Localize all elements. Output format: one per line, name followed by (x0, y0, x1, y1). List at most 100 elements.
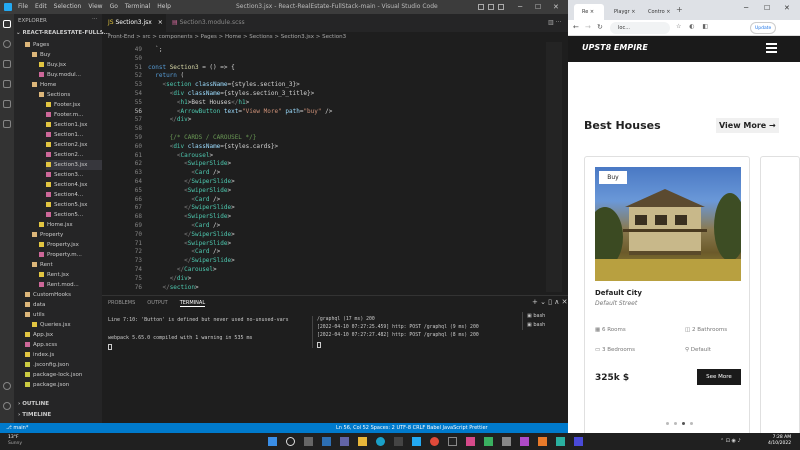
extension-icons[interactable]: ☆ ◐ ◧ (676, 23, 711, 30)
menu-item-selection[interactable]: Selection (54, 3, 82, 10)
code-line[interactable]: <Card /> (148, 196, 220, 203)
remote-icon[interactable] (3, 120, 11, 128)
root-folder[interactable]: ⌄ REACT-REALESTATE-FULLS... (16, 30, 110, 36)
store-icon[interactable] (394, 437, 403, 446)
code-line[interactable]: </SwiperSlide> (148, 231, 235, 238)
site-brand[interactable]: UPST8 EMPIRE (582, 43, 648, 52)
panel-tab-output[interactable]: OUTPUT (147, 300, 167, 307)
terminal-taskbar-icon[interactable] (448, 437, 457, 446)
minimize-button[interactable]: ─ (518, 3, 522, 11)
split-editor-icon[interactable]: ▥ ··· (548, 19, 561, 26)
widgets-icon[interactable] (322, 437, 331, 446)
layout-panel-icon[interactable] (478, 4, 484, 10)
browser-tab-active[interactable]: Re × (574, 4, 604, 20)
app-taskbar-icon[interactable] (574, 437, 583, 446)
tree-file[interactable]: Property.jsx (39, 240, 79, 250)
code-editor[interactable]: 49 `; 50 51 const Section3 = () => {52 retu… (102, 42, 568, 292)
browser-minimize-button[interactable]: ─ (744, 4, 748, 12)
explorer-more-icon[interactable]: ··· (92, 16, 97, 22)
menu-item-file[interactable]: File (18, 3, 28, 10)
layout-sidebar-icon[interactable] (488, 4, 494, 10)
tree-file[interactable]: Section2... (46, 150, 83, 160)
code-line[interactable]: <SwiperSlide> (148, 160, 231, 167)
chrome-taskbar-icon[interactable] (430, 437, 439, 446)
task-view-icon[interactable] (304, 437, 313, 446)
app-taskbar-icon[interactable] (556, 437, 565, 446)
app-taskbar-icon[interactable] (538, 437, 547, 446)
extensions-icon[interactable] (3, 100, 11, 108)
file-explorer-icon[interactable] (358, 437, 367, 446)
code-line[interactable]: <SwiperSlide> (148, 240, 231, 247)
tree-folder[interactable]: CustomHooks (25, 290, 71, 300)
tree-file[interactable]: Section5... (46, 210, 83, 220)
layout-editor-icon[interactable] (498, 4, 504, 10)
code-line[interactable]: return ( (148, 72, 184, 79)
menu-item-edit[interactable]: Edit (35, 3, 47, 10)
terminal-instance[interactable]: ▣ bash (527, 321, 566, 330)
browser-tab-playground[interactable]: Playgr × (606, 4, 638, 20)
tree-folder[interactable]: Home (32, 80, 56, 90)
start-icon[interactable] (268, 437, 277, 446)
vscode-taskbar-icon[interactable] (412, 437, 421, 446)
code-line[interactable]: <section className={styles.section_3}> (148, 81, 299, 88)
code-line[interactable]: <h1>Best Houses</h1> (148, 99, 249, 106)
address-bar[interactable]: loc... (610, 22, 670, 34)
tree-file[interactable]: App.scss (25, 340, 57, 350)
code-line[interactable]: <Card /> (148, 169, 220, 176)
outline-section[interactable]: › OUTLINE (18, 401, 49, 407)
code-line[interactable]: </div> (148, 275, 192, 282)
clock[interactable]: 7:28 AM 4/10/2022 (768, 435, 791, 447)
minimap[interactable] (546, 42, 562, 292)
code-line[interactable]: </SwiperSlide> (148, 178, 235, 185)
view-more-button[interactable]: View More → (716, 118, 779, 133)
code-line[interactable]: <SwiperSlide> (148, 213, 231, 220)
tree-file[interactable]: App.jsx (25, 330, 53, 340)
code-line[interactable]: {/* CARDS / CAROUSEL */} (148, 134, 257, 141)
new-tab-button[interactable]: + (676, 5, 683, 14)
tree-folder[interactable]: Pages (25, 40, 49, 50)
tree-file[interactable]: Footer.jsx (46, 100, 80, 110)
code-line[interactable]: `; (148, 46, 162, 53)
tree-file[interactable]: index.js (25, 350, 54, 360)
tree-file[interactable]: Section1.jsx (46, 120, 87, 130)
browser-close-button[interactable]: ✕ (784, 4, 790, 12)
app-taskbar-icon[interactable] (502, 437, 511, 446)
panel-tab-terminal[interactable]: TERMINAL (179, 300, 206, 307)
account-icon[interactable] (3, 382, 11, 390)
carousel-dots[interactable] (666, 422, 693, 425)
tab-section3-scss[interactable]: ▤ Section3.module.scss (166, 14, 258, 32)
tree-file[interactable]: Rent.mod... (39, 280, 79, 290)
app-taskbar-icon[interactable] (466, 437, 475, 446)
edge-icon[interactable] (376, 437, 385, 446)
menu-item-help[interactable]: Help (157, 3, 171, 10)
maximize-button[interactable]: ☐ (535, 3, 541, 11)
panel-tab-problems[interactable]: PROBLEMS (108, 300, 135, 307)
tab-section3-jsx[interactable]: JS Section3.jsx × (102, 14, 166, 32)
code-line[interactable]: </div> (148, 116, 192, 123)
tree-file[interactable]: Property.m... (39, 250, 82, 260)
status-right[interactable]: Ln 56, Col 52 Spaces: 2 UTF-8 CRLF Babel… (336, 423, 488, 433)
tree-folder[interactable]: Rent (32, 260, 53, 270)
browser-tab-control[interactable]: Contro × (640, 4, 672, 20)
tree-file[interactable]: Section3... (46, 170, 83, 180)
carousel-dot[interactable] (690, 422, 693, 425)
code-line[interactable]: <SwiperSlide> (148, 187, 231, 194)
update-button[interactable]: Update (750, 22, 777, 34)
code-line[interactable]: <ArrowButton text="View More" path="buy"… (148, 108, 332, 115)
search-taskbar-icon[interactable] (286, 437, 295, 446)
terminal-instance[interactable]: ▣ bash (527, 312, 566, 321)
tree-file[interactable]: package-lock.json (25, 370, 82, 380)
browser-maximize-button[interactable]: ☐ (764, 4, 770, 12)
tree-folder[interactable]: utils (25, 310, 45, 320)
code-line[interactable]: </SwiperSlide> (148, 204, 235, 211)
code-line[interactable]: <div className={styles.cards}> (148, 143, 278, 150)
breadcrumb[interactable]: Front-End > src > components > Pages > H… (102, 32, 568, 42)
menu-item-view[interactable]: View (88, 3, 102, 10)
tree-folder[interactable]: Buy (32, 50, 51, 60)
code-line[interactable]: </SwiperSlide> (148, 257, 235, 264)
tree-file[interactable]: Home.jsx (39, 220, 73, 230)
tree-file[interactable]: Section2.jsx (46, 140, 87, 150)
forward-icon[interactable]: → (585, 23, 591, 31)
tree-file[interactable]: Buy.jsx (39, 60, 66, 70)
code-line[interactable]: <Card /> (148, 248, 220, 255)
